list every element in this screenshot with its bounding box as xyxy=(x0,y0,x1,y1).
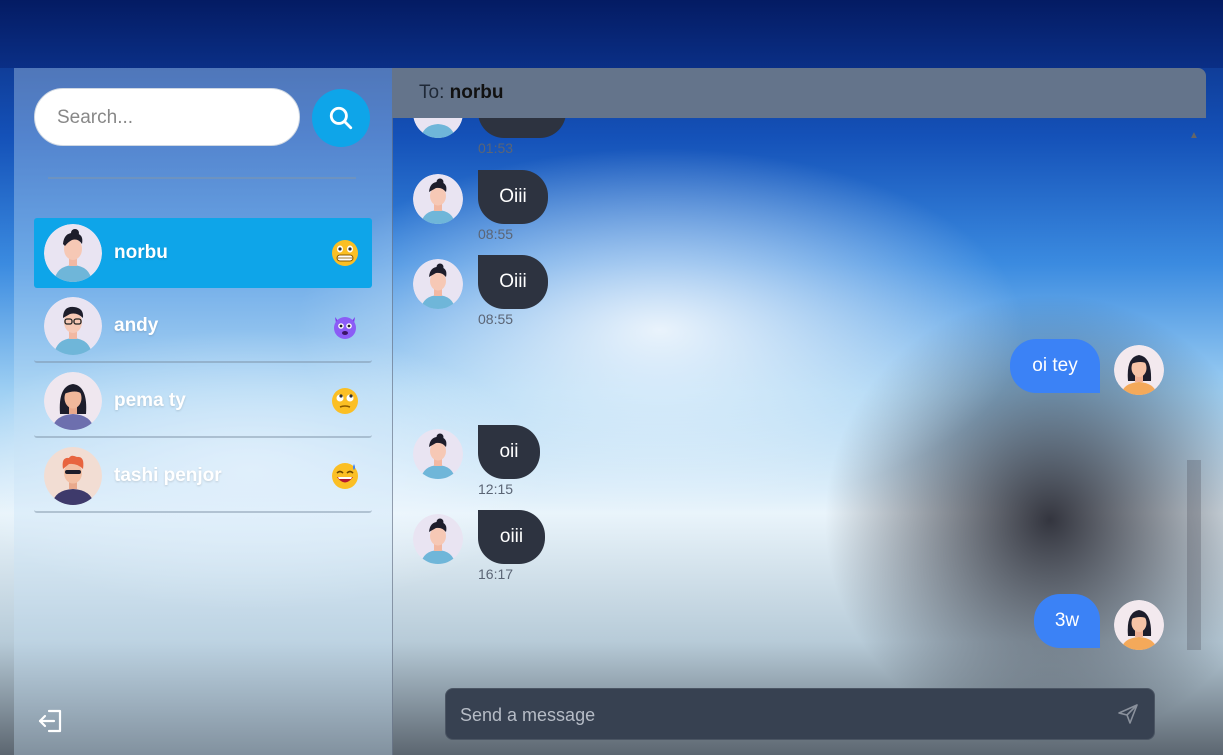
message-bubble: Oiii xyxy=(478,255,548,309)
avatar xyxy=(44,372,102,430)
message-text: oi tey xyxy=(1032,355,1078,376)
message-time: 01:53 xyxy=(478,140,514,156)
message-bubble: oiii xyxy=(478,510,545,564)
message-text: 3w xyxy=(1054,610,1080,631)
message-composer xyxy=(445,688,1155,741)
avatar xyxy=(413,174,463,224)
message-text: Oiii xyxy=(499,186,527,207)
sidebar: norbu andy pema ty xyxy=(14,68,393,755)
avatar xyxy=(413,429,463,479)
user-item-tashi-penjor[interactable]: tashi penjor xyxy=(34,441,372,513)
avatar xyxy=(44,297,102,355)
message-time: 08:55 xyxy=(478,311,514,327)
sidebar-divider xyxy=(48,177,356,179)
user-name: pema ty xyxy=(114,390,186,411)
search-icon xyxy=(329,106,353,130)
user-name: tashi penjor xyxy=(114,465,222,486)
message-time: 12:15 xyxy=(478,481,514,497)
avatar xyxy=(413,118,463,138)
logout-icon[interactable] xyxy=(36,706,66,736)
avatar xyxy=(413,259,463,309)
user-name: norbu xyxy=(114,242,168,263)
recipient-label: To: norbu xyxy=(419,82,503,104)
message-bubble: Oiii xyxy=(478,170,548,224)
avatar xyxy=(44,447,102,505)
search-field[interactable] xyxy=(34,88,300,147)
message-bubble: oi tey xyxy=(1010,339,1100,393)
grinning-sweat-face-icon xyxy=(332,463,358,489)
avatar xyxy=(1114,345,1164,395)
message-text: Oiii xyxy=(499,271,527,292)
avatar xyxy=(44,224,102,282)
send-icon[interactable] xyxy=(1116,702,1140,726)
message-bubble: 3w xyxy=(1034,594,1100,648)
search-button[interactable] xyxy=(312,89,370,147)
message-input[interactable] xyxy=(458,689,1102,741)
recipient-name: norbu xyxy=(449,82,504,103)
search-input[interactable] xyxy=(55,89,279,147)
message-bubble: oii xyxy=(478,425,540,479)
grimacing-face-icon xyxy=(332,240,358,266)
background-banner xyxy=(0,0,1223,68)
message-text: oii xyxy=(499,441,519,462)
chat-app: norbu andy pema ty xyxy=(14,68,1206,755)
chat-header: To: norbu xyxy=(392,68,1206,118)
message-time: 16:17 xyxy=(478,566,514,582)
message-time: 08:55 xyxy=(478,226,514,242)
smiling-devil-icon xyxy=(334,317,356,339)
scrollbar-thumb[interactable] xyxy=(1187,460,1201,650)
user-item-norbu[interactable]: norbu xyxy=(34,218,372,288)
message-bubble xyxy=(478,118,566,138)
user-item-pema-ty[interactable]: pema ty xyxy=(34,366,372,438)
avatar xyxy=(413,514,463,564)
avatar xyxy=(1114,600,1164,650)
user-name: andy xyxy=(114,315,159,336)
message-list[interactable]: 01:53 Oiii 08:55 Oiii 08:55 oi tey oii 1… xyxy=(392,118,1192,678)
message-text: oiii xyxy=(499,526,524,547)
chat-panel: To: norbu 01:53 Oiii 08:55 Oiii 08:55 oi… xyxy=(392,68,1206,755)
scroll-up-arrow[interactable]: ▲ xyxy=(1189,130,1199,141)
to-label: To: xyxy=(419,82,445,103)
user-list: norbu andy pema ty tashi penjor xyxy=(34,218,372,516)
face-with-rolling-eyes-icon xyxy=(332,388,358,414)
user-item-andy[interactable]: andy xyxy=(34,291,372,363)
